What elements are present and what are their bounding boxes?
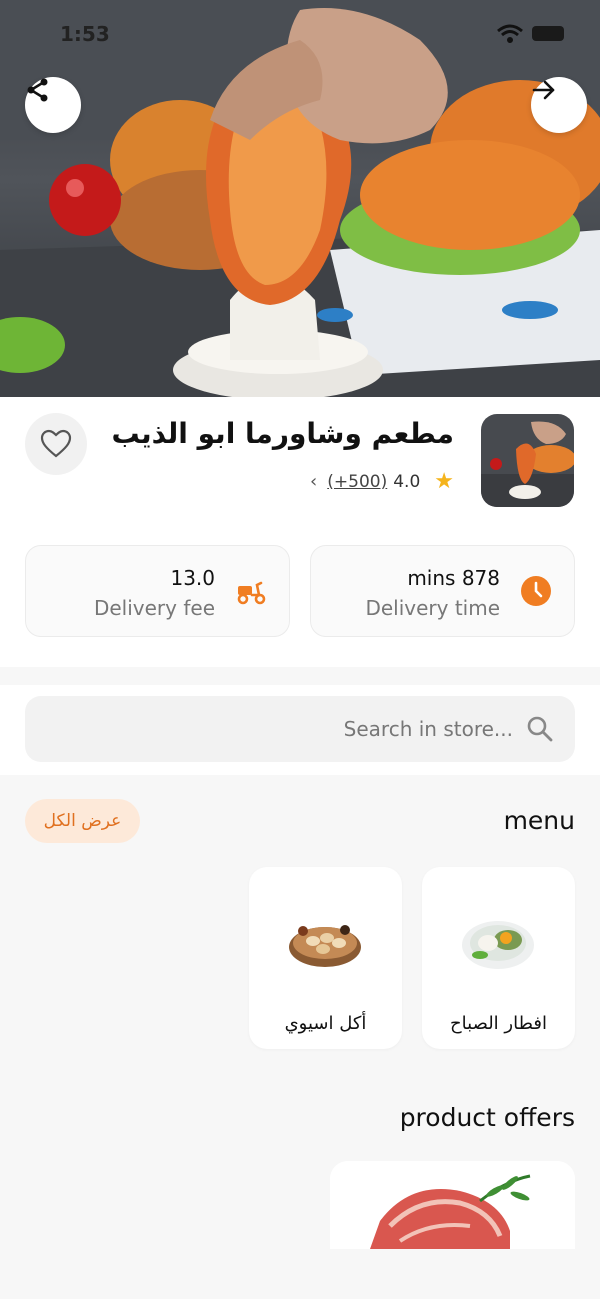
category-breakfast[interactable]: افطار الصباح [422,867,575,1049]
restaurant-header: مطعم وشاورما ابو الذيب ‹ (+500) 4.0 ★ mi… [0,397,600,667]
arrow-right-icon [532,80,555,100]
menu-title: menu [503,806,575,835]
heart-icon [40,429,72,458]
rating-row[interactable]: ‹ (+500) 4.0 ★ [310,469,454,494]
offers-title: product offers [399,1103,575,1132]
delivery-fee-value: 13.0 [170,566,215,590]
search-section: Search in store... [0,685,600,775]
search-input[interactable]: Search in store... [25,696,575,762]
delivery-fee-label: Delivery fee [93,596,215,620]
meat-offer-image [330,1161,575,1249]
restaurant-logo [481,414,574,507]
offer-card[interactable] [330,1161,575,1249]
battery-icon [532,26,564,41]
status-time: 1:53 [60,22,110,46]
delivery-time-value: mins 878 [407,566,500,590]
search-placeholder: Search in store... [343,717,513,741]
favorite-button[interactable] [25,413,87,475]
category-label: أكل اسيوي [284,1013,367,1034]
rating-value: 4.0 [393,471,421,492]
scooter-icon [237,581,266,605]
wifi-icon [497,24,523,43]
breakfast-plate-image [462,921,534,969]
category-asian[interactable]: أكل اسيوي [249,867,402,1049]
clock-icon [521,576,551,606]
share-icon [27,78,48,102]
delivery-time-label: Delivery time [365,596,500,620]
review-count[interactable]: (+500) [327,472,387,492]
star-icon: ★ [434,469,454,494]
logo-image [481,414,574,507]
restaurant-name: مطعم وشاورما ابو الذيب [111,417,454,450]
search-icon [527,716,553,742]
share-button[interactable] [25,77,81,133]
delivery-fee-card: 13.0 Delivery fee [25,545,290,637]
category-label: افطار الصباح [450,1013,547,1034]
view-all-button[interactable]: عرض الكل [25,799,140,843]
hero-food-illustration [0,0,600,400]
chevron-left-icon: ‹ [310,471,318,492]
status-bar: 1:53 [0,20,600,50]
asian-food-image [289,925,361,967]
hero-image: 1:53 [0,0,600,400]
delivery-time-card: mins 878 Delivery time [310,545,575,637]
forward-button[interactable] [531,77,587,133]
